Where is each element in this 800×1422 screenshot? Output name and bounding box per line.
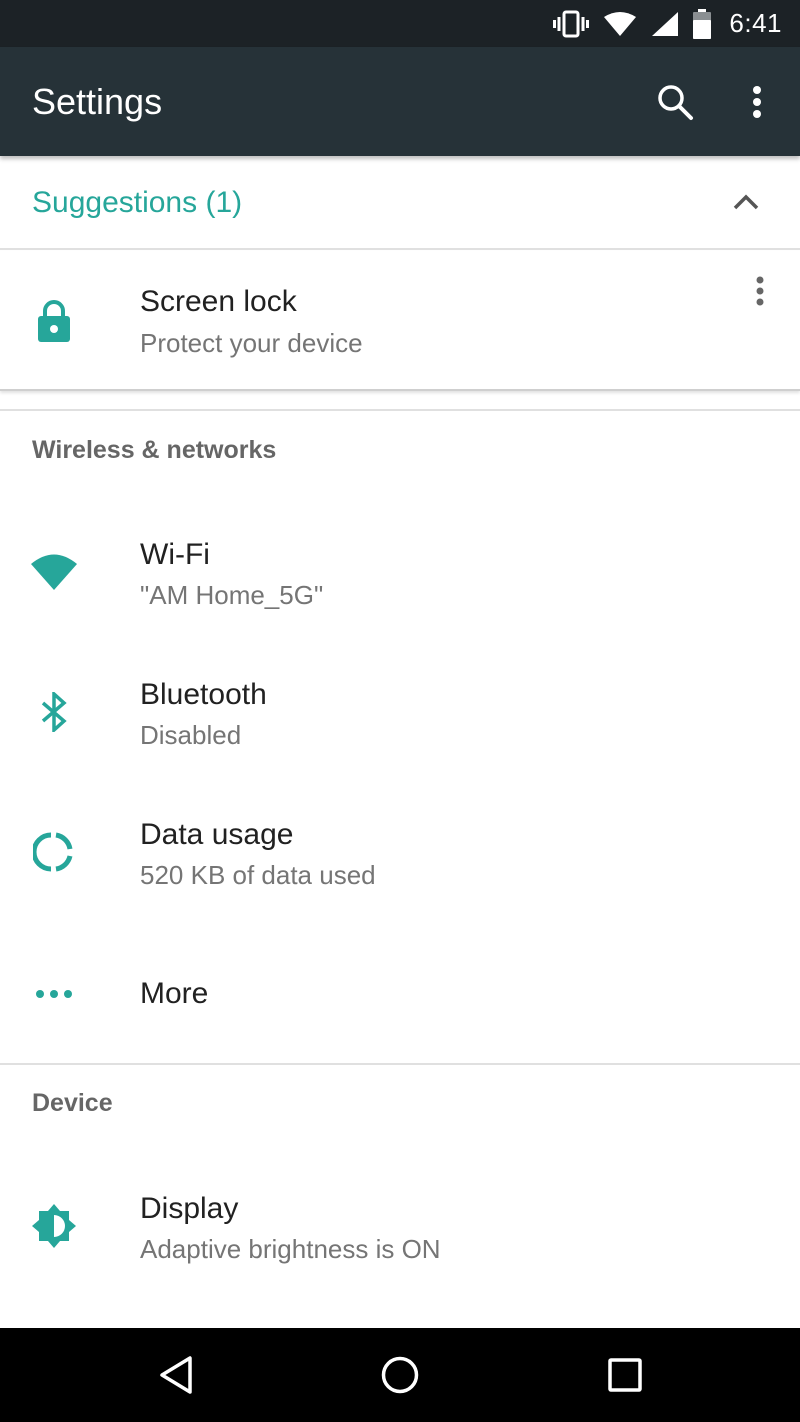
section-title-device: Device (32, 1089, 113, 1117)
back-icon (160, 1356, 192, 1394)
overflow-menu-icon (753, 86, 761, 118)
suggestions-title: Suggestions (1) (32, 186, 243, 219)
item-subtitle: "AM Home_5G" (140, 580, 324, 610)
back-button[interactable] (146, 1345, 206, 1405)
recents-icon (608, 1358, 642, 1392)
brightness-icon (28, 1200, 80, 1252)
suggestion-title: Screen lock (140, 285, 297, 318)
settings-item-bluetooth[interactable]: Bluetooth Disabled (0, 640, 800, 780)
suggestion-screen-lock[interactable]: Screen lock Protect your device (0, 251, 800, 391)
item-title: Bluetooth (140, 678, 267, 711)
status-clock: 6:41 (729, 8, 782, 38)
item-subtitle: Disabled (140, 720, 242, 750)
suggestions-header[interactable]: Suggestions (1) (0, 156, 800, 250)
settings-item-display[interactable]: Display Adaptive brightness is ON (0, 1154, 800, 1304)
navigation-bar (0, 1328, 800, 1422)
app-toolbar: Settings (0, 47, 800, 156)
overflow-menu-icon (756, 276, 764, 306)
battery-icon (693, 8, 712, 39)
home-icon (381, 1356, 419, 1394)
item-title: Wi-Fi (140, 538, 210, 571)
cell-signal-icon (651, 11, 679, 37)
item-subtitle: Adaptive brightness is ON (140, 1234, 441, 1264)
wifi-icon (28, 546, 80, 598)
suggestion-subtitle: Protect your device (140, 328, 363, 358)
item-subtitle: 520 KB of data used (140, 860, 376, 890)
section-divider (0, 1063, 800, 1065)
status-bar: 6:41 (0, 0, 800, 47)
settings-item-more[interactable]: More (0, 920, 800, 1064)
section-title-wireless: Wireless & networks (32, 436, 277, 464)
data-usage-icon (28, 826, 80, 878)
chevron-up-icon (733, 194, 759, 210)
item-title: Display (140, 1192, 239, 1225)
suggestion-row[interactable]: Screen lock Protect your device (0, 251, 800, 391)
item-title: Data usage (140, 818, 294, 851)
bluetooth-icon (28, 686, 80, 738)
suggestion-menu-button[interactable] (738, 269, 782, 313)
wifi-signal-icon (603, 11, 637, 37)
home-button[interactable] (370, 1345, 430, 1405)
item-title: More (140, 977, 209, 1010)
recents-button[interactable] (595, 1345, 655, 1405)
search-icon (658, 85, 693, 120)
search-button[interactable] (650, 77, 700, 127)
suggestions-collapse-button[interactable] (722, 178, 770, 226)
settings-item-data-usage[interactable]: Data usage 520 KB of data used (0, 780, 800, 920)
divider (0, 409, 800, 411)
settings-item-wifi[interactable]: Wi-Fi "AM Home_5G" (0, 500, 800, 640)
overflow-menu-button[interactable] (732, 77, 782, 127)
page-title: Settings (32, 81, 163, 122)
more-horiz-icon (28, 968, 80, 1020)
lock-icon (28, 295, 80, 347)
vibrate-icon (553, 10, 590, 38)
